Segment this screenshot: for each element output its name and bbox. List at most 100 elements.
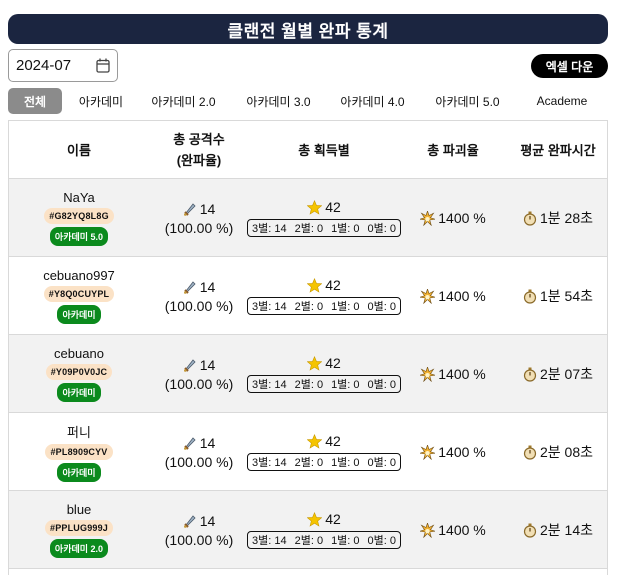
month-picker[interactable]: 2024-07 — [8, 49, 118, 82]
header-attacks: 총 공격수 (완파율) — [149, 121, 249, 179]
destruction-total: 1400 % — [438, 288, 486, 304]
two-star-count: 2별: 0 — [294, 535, 324, 547]
destruction-total: 1400 % — [438, 210, 486, 226]
header-avg-time: 평균 완파시간 — [520, 142, 596, 158]
star-breakdown: 3별: 14 2별: 0 1별: 0 0별: 0 — [247, 531, 401, 549]
destruction-cell: 1400 % — [399, 179, 507, 257]
zero-star-count: 0별: 0 — [367, 457, 396, 469]
star-total: 42 — [325, 199, 341, 215]
player-cell: cebuano997 #Y8Q0CUYPL 아카데미 — [9, 257, 149, 335]
table-row: blue #PPLUG999J 아카데미 2.0 14 (100.00 %) 4… — [9, 491, 607, 569]
zero-star-count: 0별: 0 — [367, 379, 396, 391]
header-destruction: 총 파괴율 — [427, 142, 479, 158]
calendar-icon[interactable] — [96, 58, 110, 73]
player-cell: blue #PPLUG999J 아카데미 2.0 — [9, 491, 149, 569]
attack-rate: (100.00 %) — [164, 219, 234, 236]
table-row: cebuano #Y09P0V0JC 아카데미 14 (100.00 %) 42 — [9, 335, 607, 413]
one-star-count: 1별: 0 — [331, 223, 360, 235]
player-name: blue — [66, 502, 92, 517]
tab-academy-4[interactable]: 아카데미 4.0 — [334, 88, 411, 114]
tab-academy-2[interactable]: 아카데미 2.0 — [145, 88, 222, 114]
stars-cell: 42 3별: 14 2별: 0 1별: 0 0별: 0 — [247, 413, 401, 491]
stars-cell: 42 3별: 14 2별: 0 1별: 0 0별: 0 — [247, 257, 401, 335]
clan-badge: 아카데미 — [57, 305, 101, 324]
destruction-cell: 1400 % — [399, 413, 507, 491]
three-star-count: 3별: 14 — [252, 535, 287, 547]
player-cell: NaYa #G82YQ8L8G 아카데미 5.0 — [9, 179, 149, 257]
tab-academe[interactable]: Academe — [524, 88, 600, 114]
avg-clear-time: 1분 54초 — [539, 288, 593, 304]
page-title: 클랜전 월별 완파 통계 — [8, 14, 608, 44]
stars-cell: 42 3별: 14 2별: 0 1별: 0 0별: 0 — [247, 335, 401, 413]
avg-clear-time: 2분 08초 — [539, 444, 593, 460]
zero-star-count: 0별: 0 — [367, 535, 396, 547]
attacks-cell: 14 (100.00 %) — [149, 491, 249, 569]
two-star-count: 2별: 0 — [294, 379, 324, 391]
star-icon — [307, 355, 323, 371]
one-star-count: 1별: 0 — [331, 535, 360, 547]
one-star-count: 1별: 0 — [331, 457, 360, 469]
star-icon — [307, 277, 323, 293]
three-star-count: 3별: 14 — [252, 223, 287, 235]
two-star-count: 2별: 0 — [294, 223, 324, 235]
tab-academy-3[interactable]: 아카데미 3.0 — [240, 88, 317, 114]
clan-badge: 아카데미 2.0 — [49, 539, 109, 558]
destruction-total: 1400 % — [438, 444, 486, 460]
sword-icon — [183, 514, 196, 528]
avg-clear-time: 2분 07초 — [539, 366, 593, 382]
star-breakdown: 3별: 14 2별: 0 1별: 0 0별: 0 — [247, 297, 401, 315]
destruction-cell: 1400 % — [399, 257, 507, 335]
player-tag: #PL8909CYV — [45, 444, 113, 460]
explosion-icon — [420, 288, 436, 304]
star-total: 42 — [325, 277, 341, 293]
destruction-cell: 1400 % — [399, 491, 507, 569]
star-icon — [307, 199, 323, 215]
stopwatch-icon — [523, 367, 537, 382]
three-star-count: 3별: 14 — [252, 301, 287, 313]
player-tag: #PPLUG999J — [44, 520, 114, 536]
attacks-cell: 14 (100.00 %) — [149, 335, 249, 413]
avg-clear-time: 2분 14초 — [539, 522, 593, 538]
explosion-icon — [420, 444, 436, 460]
three-star-count: 3별: 14 — [252, 457, 287, 469]
player-name: cebuano997 — [43, 268, 115, 283]
attack-rate: (100.00 %) — [164, 297, 234, 314]
star-icon — [307, 433, 323, 449]
attack-count: 14 — [199, 200, 216, 217]
explosion-icon — [420, 210, 436, 226]
explosion-icon — [420, 522, 436, 538]
one-star-count: 1별: 0 — [331, 379, 360, 391]
sword-icon — [183, 436, 196, 450]
sword-icon — [183, 202, 196, 216]
time-cell: 2분 07초 — [507, 335, 607, 413]
player-name: NaYa — [63, 190, 95, 205]
attack-rate: (100.00 %) — [164, 453, 234, 470]
tab-academy-5[interactable]: 아카데미 5.0 — [429, 88, 506, 114]
stars-cell: 42 3별: 14 2별: 0 1별: 0 0별: 0 — [247, 491, 401, 569]
star-total: 42 — [325, 433, 341, 449]
player-tag: #G82YQ8L8G — [44, 208, 114, 224]
zero-star-count: 0별: 0 — [367, 301, 396, 313]
avg-clear-time: 1분 28초 — [539, 210, 593, 226]
clan-badge: 아카데미 — [57, 463, 101, 482]
stars-cell: 42 3별: 14 2별: 0 1별: 0 0별: 0 — [247, 179, 401, 257]
clan-filter-tabs: 전체 아카데미 아카데미 2.0 아카데미 3.0 아카데미 4.0 아카데미 … — [8, 88, 618, 114]
time-cell: 1분 54초 — [507, 257, 607, 335]
attack-count: 14 — [199, 434, 216, 451]
header-name: 이름 — [67, 142, 91, 158]
attack-count: 14 — [199, 512, 216, 529]
stopwatch-icon — [523, 523, 537, 538]
two-star-count: 2별: 0 — [294, 301, 324, 313]
explosion-icon — [420, 366, 436, 382]
excel-download-button[interactable]: 엑셀 다운 — [531, 54, 608, 78]
table-row: 퍼니 #PL8909CYV 아카데미 14 (100.00 %) 42 3별: … — [9, 413, 607, 491]
stats-table: 이름 총 공격수 (완파율) 총 획득별 총 파괴율 평균 완파시간 NaYa … — [8, 120, 608, 575]
player-name: cebuano — [54, 346, 104, 361]
tab-all[interactable]: 전체 — [8, 88, 62, 114]
tab-academy[interactable]: 아카데미 — [66, 88, 136, 114]
player-name: 퍼니 — [67, 425, 91, 440]
star-total: 42 — [325, 511, 341, 527]
two-star-count: 2별: 0 — [294, 457, 324, 469]
player-tag: #Y8Q0CUYPL — [43, 286, 115, 302]
star-breakdown: 3별: 14 2별: 0 1별: 0 0별: 0 — [247, 453, 401, 471]
